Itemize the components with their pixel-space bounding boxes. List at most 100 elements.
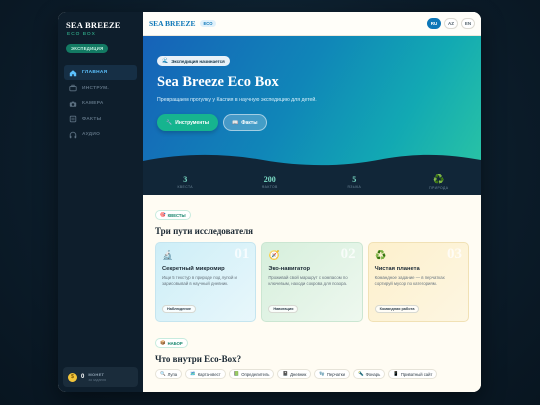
map-icon: 🗺️ (190, 371, 196, 376)
quests-title: Три пути исследователя (155, 226, 254, 236)
flashlight-icon: 🔦 (357, 371, 364, 376)
wave-divider (143, 154, 481, 168)
kit-item-label: Лупа (167, 371, 178, 377)
lang-az-button[interactable]: AZ (444, 18, 458, 29)
kit-title: Что внутри Eco-Box? (155, 354, 242, 364)
brand-badge: ЭКСПЕДИЦИЯ (66, 44, 109, 53)
quest-card-navigator[interactable]: 02 🧭 Эко-навигатор Проживай свой маршрут… (261, 242, 363, 322)
coins-label: МОНЕТ (88, 372, 105, 377)
card-number: 01 (234, 246, 250, 262)
sidebar-item-home[interactable]: ГЛАВНАЯ (64, 65, 137, 80)
stat-label: ПРИРОДА (429, 185, 449, 190)
sidebar-item-facts[interactable]: ФАКТЫ (64, 112, 137, 127)
topbar-title: SEA BREEZE (149, 19, 196, 28)
home-icon (69, 69, 77, 77)
card-title: Эко-навигатор (268, 266, 311, 272)
app-window: SEA BREEZE ECO BOX ЭКСПЕДИЦИЯ ГЛАВНАЯ ИН… (58, 12, 481, 392)
kit-item-flashlight[interactable]: 🔦 Фонарь (352, 369, 386, 379)
headphones-icon (69, 131, 77, 139)
kit-item-label: Определитель (241, 371, 270, 377)
lang-ru-button[interactable]: RU (427, 18, 441, 29)
kit-item-label: Фонарь (365, 371, 381, 377)
hero-title: Sea Breeze Eco Box (157, 74, 279, 90)
coins-sub: за задания (88, 378, 107, 382)
card-title: Секретный микромир (162, 266, 225, 272)
sidebar-item-label: ИНСТРУМ. (82, 85, 110, 91)
kit-item-gloves[interactable]: 🧤 Перчатки (314, 369, 350, 379)
card-title: Чистая планета (374, 266, 420, 272)
wave-icon: 🌊 (162, 58, 169, 64)
notebook-icon: 📓 (282, 371, 289, 376)
card-description: Ищи 5 текстур в природе под лупой и зари… (162, 275, 237, 286)
sidebar-nav: ГЛАВНАЯ ИНСТРУМ. КАМЕРА ФАКТЫ АУДИО (64, 65, 137, 142)
quests-pill-label: КВЕСТЫ (167, 212, 186, 218)
tools-button[interactable]: 🔧 Инструменты (157, 114, 218, 131)
coins-card: $ 0 МОНЕТ за задания (63, 367, 138, 387)
wrench-icon: 🔧 (166, 119, 173, 126)
sidebar-item-label: КАМЕРА (82, 101, 104, 106)
brand-subtitle: ECO BOX (67, 32, 96, 37)
quest-cards: 01 🔬 Секретный микромир Ищи 5 текстур в … (155, 242, 469, 322)
hero-buttons: 🔧 Инструменты 📖 Факты (157, 114, 467, 131)
tools-button-label: Инструменты (175, 119, 209, 126)
sidebar-item-camera[interactable]: КАМЕРА (64, 96, 137, 111)
hero-tag-label: Экспедиция начинается (171, 58, 225, 64)
kit-item-label: Дневник (290, 371, 307, 377)
stat-value: 200 (263, 174, 276, 184)
sidebar-item-tools[interactable]: ИНСТРУМ. (64, 81, 137, 96)
kit-item-journal[interactable]: 📓 Дневник (277, 369, 312, 379)
stat-value: 3 (183, 174, 188, 184)
coins-text: МОНЕТ за задания (88, 372, 106, 382)
kit-pill-label: НАБОР (167, 340, 183, 346)
stat-label: ФАКТОВ (261, 184, 278, 189)
facts-button[interactable]: 📖 Факты (223, 114, 267, 131)
quests-section: 🎯 КВЕСТЫ Три пути исследователя 01 🔬 Сек… (143, 195, 481, 387)
kit-items: 🔍 Лупа 🗺️ Карта-квест 📗 Определитель 📓 Дневн… (155, 369, 475, 379)
kit-item-label: Карта-квест (197, 371, 221, 377)
lang-en-button[interactable]: EN (461, 18, 475, 29)
kit-pill: 📦 НАБОР (155, 338, 188, 348)
quest-card-clean-planet[interactable]: 03 ♻️ Чистая планета Командное задание —… (367, 242, 469, 322)
kit-item-map[interactable]: 🗺️ Карта-квест (185, 369, 226, 379)
compass-icon: 🧭 (268, 249, 280, 260)
language-switcher: RU AZ EN (427, 18, 475, 29)
sidebar: SEA BREEZE ECO BOX ЭКСПЕДИЦИЯ ГЛАВНАЯ ИН… (58, 12, 143, 392)
sidebar-item-label: ГЛАВНАЯ (82, 70, 108, 75)
stats-bar: 3 КВЕСТА 200 ФАКТОВ 5 ЯЗЫКА ♻️ ПРИРОДА (143, 168, 481, 195)
gloves-icon: 🧤 (319, 371, 325, 376)
book-icon (69, 115, 77, 123)
quest-card-micro[interactable]: 01 🔬 Секретный микромир Ищи 5 текстур в … (155, 242, 257, 322)
kit-item-label: Приватный сайт (400, 371, 433, 377)
topbar: SEA BREEZE ECO RU AZ EN (143, 12, 481, 36)
stat-label: ЯЗЫКА (347, 184, 362, 189)
phone-icon: 📱 (393, 371, 399, 376)
box-icon: 📦 (160, 340, 166, 345)
card-description: Проживай свой маршрут с компасом по ключ… (268, 275, 348, 286)
sidebar-item-label: АУДИО (82, 132, 101, 137)
card-description: Командное задание — в перчатках сортируй… (374, 275, 445, 286)
card-number: 02 (340, 246, 356, 262)
kit-item-guide[interactable]: 📗 Определитель (228, 369, 275, 379)
recycle-icon: ♻️ (433, 173, 445, 184)
recycle-icon: ♻️ (375, 249, 387, 260)
microscope-icon: 🔬 (162, 249, 174, 260)
coins-value: 0 (81, 374, 85, 380)
kit-section: 📦 НАБОР Что внутри Eco-Box? 🔍 Лупа 🗺️ Карт… (155, 331, 469, 379)
main-content: SEA BREEZE ECO RU AZ EN 🌊 Экспедиция нач… (143, 12, 481, 392)
guidebook-icon: 📗 (233, 371, 240, 376)
kit-item-label: Перчатки (326, 371, 345, 377)
sidebar-item-audio[interactable]: АУДИО (64, 127, 137, 142)
magnifier-icon: 🔍 (160, 371, 166, 376)
stat-value: 5 (352, 174, 357, 184)
facts-button-label: Факты (241, 119, 258, 126)
topbar-badge: ECO (200, 20, 216, 27)
stat-facts: 200 ФАКТОВ (228, 175, 313, 189)
card-tag: Командная работа (374, 305, 420, 313)
stat-quests: 3 КВЕСТА (143, 175, 228, 189)
brand-title: SEA BREEZE (66, 20, 121, 30)
target-icon: 🎯 (160, 212, 166, 217)
kit-item-magnifier[interactable]: 🔍 Лупа (155, 369, 183, 379)
sidebar-item-label: ФАКТЫ (82, 116, 102, 122)
card-number: 03 (446, 246, 462, 262)
kit-item-private-site[interactable]: 📱 Приватный сайт (388, 369, 438, 379)
